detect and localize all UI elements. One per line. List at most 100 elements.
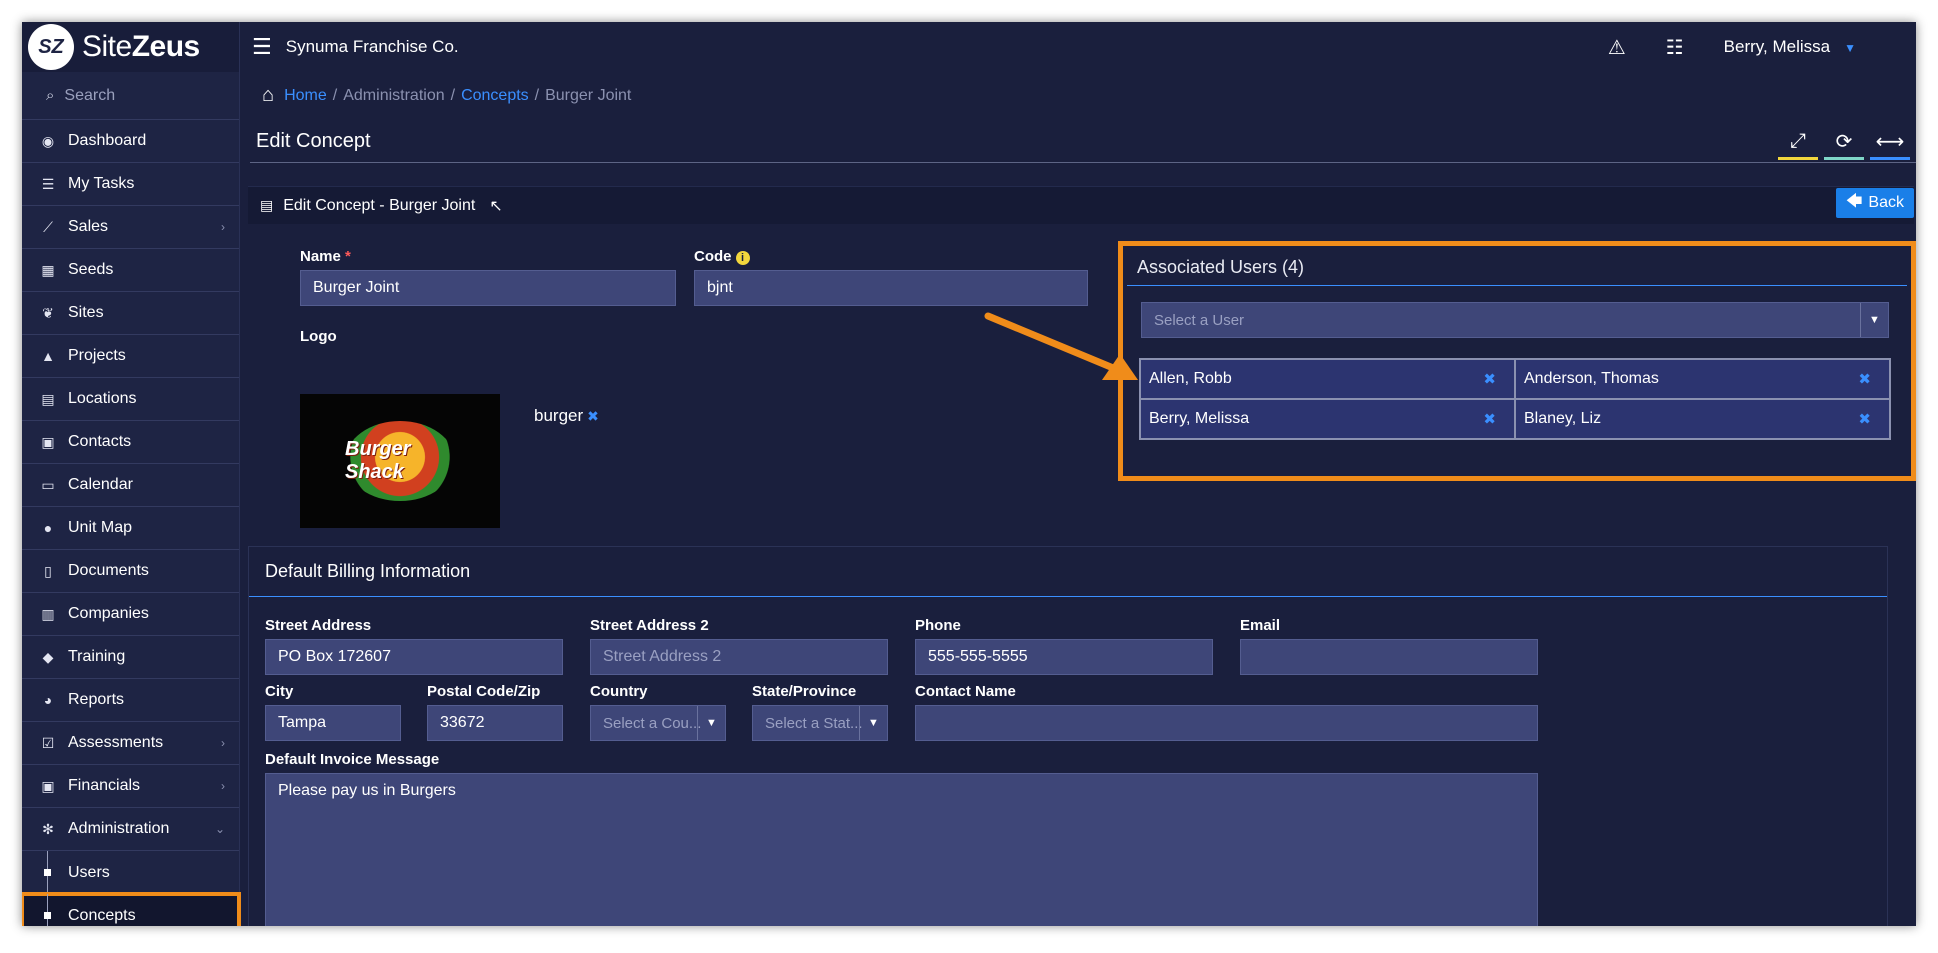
sidebar-item-seeds[interactable]: ▦ Seeds [22,249,239,292]
calendar-icon: ▭ [41,476,55,493]
burger-logo: Burger Shack [345,421,455,501]
name-input[interactable]: Burger Joint [300,270,676,306]
email-label: Email [1240,617,1281,634]
refresh-icon[interactable]: ⟳ [1824,126,1864,160]
sidebar-item-documents[interactable]: ▯ Documents [22,550,239,593]
sidebar-search[interactable]: ⌕ Search [22,72,239,120]
sidebar-item-training[interactable]: ◆ Training [22,636,239,679]
graduation-cap-icon: ◆ [42,648,54,665]
list-icon[interactable]: ☷ [1666,35,1684,60]
invoice-message-textarea[interactable]: Please pay us in Burgers [265,773,1538,926]
sidebar-item-dashboard[interactable]: ◉ Dashboard [22,120,239,163]
city-label: City [265,683,294,700]
phone-input[interactable]: 555-555-5555 [915,639,1213,675]
chevron-icon: › [221,220,225,234]
sidebar-item-calendar[interactable]: ▭ Calendar [22,464,239,507]
expand-width-icon[interactable]: ⟷ [1870,126,1910,160]
associated-users-panel: Associated Users (4) Select a User ▼ All… [1118,241,1916,481]
checkbox-icon: ☑ [41,734,55,751]
contact-input[interactable] [915,705,1538,741]
sidebar-item-locations[interactable]: ▤ Locations [22,378,239,421]
subitem-label: Concepts [68,906,136,924]
associated-user-name: Allen, Robb [1149,370,1232,387]
chart-line-icon: ⟋ [43,218,53,235]
chevron-icon: ⌄ [214,822,225,836]
associated-user-name: Anderson, Thomas [1524,370,1659,387]
sidebar-item-projects[interactable]: ▲ Projects [22,335,239,378]
code-label: Code i [694,248,750,265]
title-divider [250,162,1916,163]
brand-logo[interactable]: SZ SiteZeus [22,22,239,72]
dropdown-arrow-icon[interactable]: ▼ [1860,303,1888,337]
associated-user-name: Berry, Melissa [1149,410,1250,427]
breadcrumb-administration: Administration [343,86,445,104]
logo-filename: burger [534,406,584,425]
email-input[interactable] [1240,639,1538,675]
topbar-actions: ⚠ ☷ Berry, Melissa ▼ [1608,35,1856,60]
associated-user-chip: Berry, Melissa ✖ [1140,399,1515,439]
street2-input[interactable]: Street Address 2 [590,639,888,675]
sidebar-item-label: Assessments [68,734,164,751]
info-icon[interactable]: i [735,251,750,265]
sidebar-item-label: Projects [68,347,126,364]
top-bar: ☰ Synuma Franchise Co. ⚠ ☷ Berry, Meliss… [240,22,1916,72]
arrow-left-icon: 🡄 [1845,192,1863,210]
sidebar-item-contacts[interactable]: ▣ Contacts [22,421,239,464]
remove-user-icon[interactable]: ✖ [1858,410,1871,428]
sidebar-item-label: Sites [68,304,104,321]
sidebar-item-label: My Tasks [68,175,135,192]
sidebar-item-financials[interactable]: ▣ Financials › [22,765,239,808]
sidebar-subitem-concepts[interactable]: Concepts [22,892,241,926]
sidebar-item-sales[interactable]: ⟋ Sales › [22,206,239,249]
caret-down-icon: ▼ [1844,41,1856,55]
warning-icon[interactable]: ⚠ [1608,35,1626,60]
state-select[interactable]: Select a Stat... ▼ [752,705,888,741]
annotation-arrow [984,312,1138,380]
sidebar-item-administration[interactable]: ✻ Administration ⌄ [22,808,239,851]
breadcrumb-home[interactable]: Home [284,87,327,105]
back-button[interactable]: 🡄 Back [1835,188,1914,218]
hamburger-menu-icon[interactable]: ☰ [252,34,272,60]
remove-logo-icon[interactable]: ✖ [587,408,599,424]
back-label: Back [1868,194,1904,211]
phone-label: Phone [915,617,961,634]
city-input[interactable]: Tampa [265,705,401,741]
search-icon: ⌕ [46,87,55,104]
logo-file: burger ✖ [534,406,599,426]
contact-card-icon: ▣ [41,433,55,450]
globe-icon: ● [43,520,53,536]
code-input[interactable]: bjnt [694,270,1088,306]
breadcrumb: ⌂ Home / Administration / Concepts / Bur… [262,84,631,107]
sidebar-item-label: Dashboard [68,132,147,149]
breadcrumb-concepts[interactable]: Concepts [461,87,529,105]
street-input[interactable]: PO Box 172607 [265,639,563,675]
country-select[interactable]: Select a Cou... ▼ [590,705,726,741]
sidebar-item-label: Training [68,648,126,665]
zip-input[interactable]: 33672 [427,705,563,741]
dashboard-icon: ◉ [41,132,55,149]
remove-user-icon[interactable]: ✖ [1483,370,1496,388]
sidebar-subitem-users[interactable]: Users [22,851,239,894]
home-icon[interactable]: ⌂ [262,84,274,107]
fullscreen-icon[interactable]: ⤢ [1778,126,1818,160]
sidebar-item-assessments[interactable]: ☑ Assessments › [22,722,239,765]
dropdown-arrow-icon[interactable]: ▼ [697,706,725,740]
associated-user-chip: Anderson, Thomas ✖ [1515,359,1890,399]
sidebar-item-sites[interactable]: ❦ Sites [22,292,239,335]
sidebar-item-unit-map[interactable]: ● Unit Map [22,507,239,550]
dropdown-arrow-icon[interactable]: ▼ [859,706,887,740]
nav-list: ◉ Dashboard ☰ My Tasks ⟋ Sales › ▦ Seeds ❦ Sites ▲ P… [22,120,239,851]
remove-user-icon[interactable]: ✖ [1483,410,1496,428]
user-menu[interactable]: Berry, Melissa ▼ [1724,37,1856,57]
sidebar-item-my-tasks[interactable]: ☰ My Tasks [22,163,239,206]
associated-users-list: Allen, Robb ✖ Anderson, Thomas ✖ Berry, Meli… [1139,358,1891,440]
contact-label: Contact Name [915,683,1016,700]
name-label: Name * [300,248,351,265]
sidebar-item-reports[interactable]: ◕ Reports [22,679,239,722]
remove-user-icon[interactable]: ✖ [1858,370,1871,388]
sidebar-item-label: Documents [68,562,149,579]
sidebar-item-companies[interactable]: ▥ Companies [22,593,239,636]
select-user-dropdown[interactable]: Select a User ▼ [1141,302,1889,338]
breadcrumb-separator: / [534,86,540,104]
country-label: Country [590,683,648,700]
